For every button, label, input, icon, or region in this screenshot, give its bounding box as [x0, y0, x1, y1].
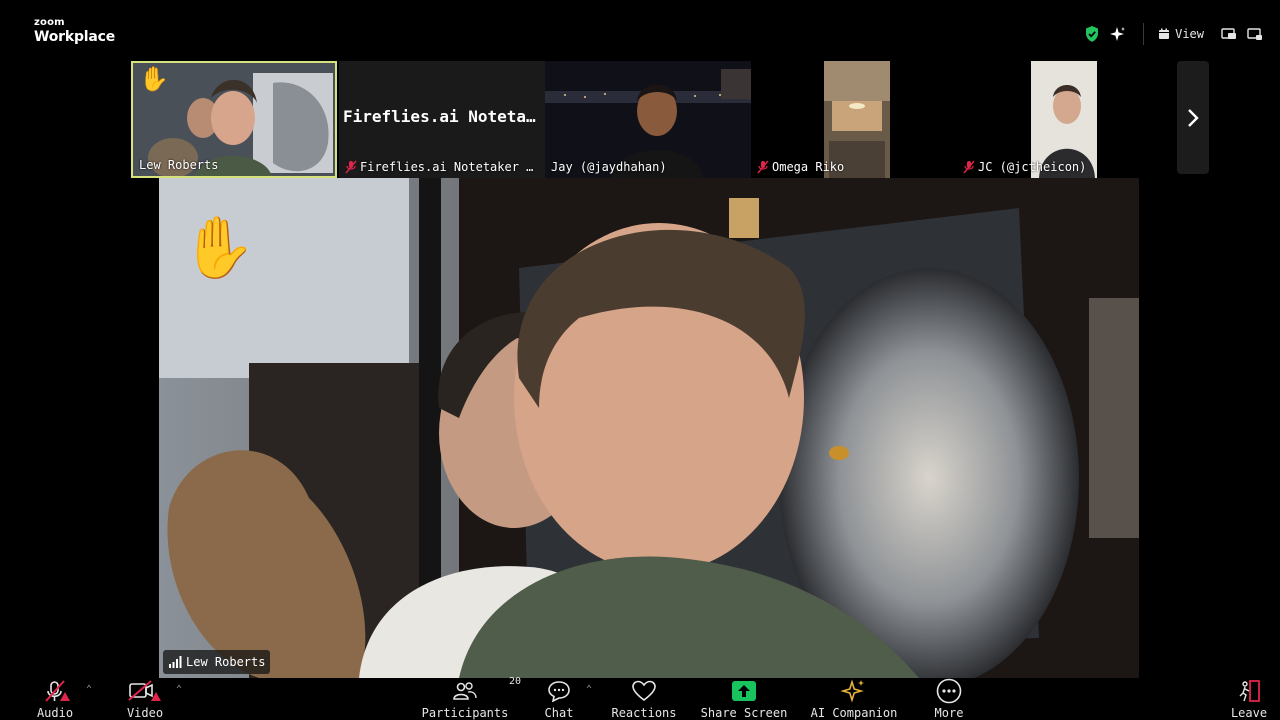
top-bar: zoom Workplace View: [0, 0, 1280, 60]
participants-count: 20: [509, 676, 522, 687]
speaker-name-tag: Lew Roberts: [163, 650, 271, 674]
share-screen-icon: [731, 678, 757, 704]
reactions-button[interactable]: Reactions: [611, 678, 677, 720]
participant-name: Lew Roberts: [139, 158, 219, 172]
audio-options-caret-icon[interactable]: ⌃: [86, 684, 92, 695]
leave-button[interactable]: Leave: [1228, 678, 1270, 720]
share-screen-button[interactable]: Share Screen: [700, 678, 788, 720]
muted-mic-icon: [963, 160, 975, 174]
calendar-grid-icon: [1159, 28, 1170, 39]
video-off-icon: [127, 678, 163, 704]
top-right-controls: View: [1077, 22, 1266, 46]
audio-button[interactable]: Audio: [34, 678, 76, 720]
participant-tile-jay[interactable]: Jay (@jaydhahan): [545, 61, 751, 178]
video-button[interactable]: Video: [124, 678, 166, 720]
sparkle-icon[interactable]: [1107, 23, 1129, 45]
participant-display-name: Fireflies.ai Noteta…: [343, 107, 536, 126]
chat-label: Chat: [544, 706, 574, 720]
shield-check-icon[interactable]: [1081, 23, 1103, 45]
participant-name: JC (@jctheicon): [978, 160, 1087, 174]
participants-icon: 20: [453, 676, 521, 704]
meeting-controls-toolbar: Audio ⌃ Video ⌃ 20 Participants Chat ⌃ R…: [0, 676, 1280, 720]
zoom-meeting-window: zoom Workplace View ✋ Lew Roberts Firefl…: [0, 0, 1280, 720]
zoom-workplace-logo: zoom Workplace: [34, 17, 116, 45]
muted-mic-icon: [345, 160, 357, 174]
ai-companion-button[interactable]: AI Companion: [811, 678, 897, 720]
more-button[interactable]: More: [932, 678, 966, 720]
view-button[interactable]: View: [1158, 27, 1204, 41]
video-options-caret-icon[interactable]: ⌃: [176, 684, 182, 695]
leave-door-icon: [1236, 678, 1262, 704]
participant-name-row: JC (@jctheicon): [963, 160, 1086, 174]
picture-in-picture-icon[interactable]: [1218, 23, 1240, 45]
participant-name: Jay (@jaydhahan): [551, 160, 667, 174]
chat-options-caret-icon[interactable]: ⌃: [586, 684, 592, 695]
participant-name-row: Omega Riko: [757, 160, 844, 174]
view-label: View: [1175, 27, 1204, 41]
video-label: Video: [126, 706, 164, 720]
signal-strength-icon: [169, 656, 182, 668]
raised-hand-icon: ✋: [139, 65, 169, 93]
share-screen-label: Share Screen: [700, 706, 788, 720]
logo-big-text: Workplace: [34, 29, 116, 45]
audio-label: Audio: [36, 706, 74, 720]
ai-sparkle-icon: [841, 678, 867, 704]
raised-hand-icon: ✋: [181, 213, 256, 283]
logo-small-text: zoom: [34, 17, 65, 28]
chat-bubble-icon: [547, 678, 571, 704]
toolbar-divider: [1143, 23, 1145, 45]
heart-icon: [632, 678, 656, 704]
participant-name: Omega Riko: [772, 160, 845, 174]
participant-thumbnail-strip: ✋ Lew Roberts Fireflies.ai Noteta… Firef…: [131, 61, 1211, 178]
participant-tile-fireflies[interactable]: Fireflies.ai Noteta… Fireflies.ai Noteta…: [339, 61, 545, 178]
minimize-window-icon[interactable]: [1244, 23, 1266, 45]
participants-label: Participants: [421, 706, 509, 720]
active-speaker-video: ✋ Lew Roberts: [159, 178, 1139, 678]
leave-label: Leave: [1230, 706, 1268, 720]
more-dots-icon: [936, 678, 962, 704]
speaker-name: Lew Roberts: [186, 655, 266, 669]
chevron-right-icon: [1188, 108, 1199, 127]
reactions-label: Reactions: [611, 706, 677, 720]
speaker-video-frame: [159, 178, 1139, 678]
more-label: More: [934, 706, 964, 720]
participant-name-row: Fireflies.ai Notetaker …: [345, 160, 533, 174]
participant-tile-omega-riko[interactable]: Omega Riko: [751, 61, 957, 178]
chat-button[interactable]: Chat: [542, 678, 576, 720]
participants-button[interactable]: 20 Participants: [421, 676, 521, 720]
participant-tile-lew-roberts[interactable]: ✋ Lew Roberts: [131, 61, 337, 178]
muted-mic-icon: [757, 160, 769, 174]
next-page-button[interactable]: [1177, 61, 1209, 174]
mic-muted-icon: [40, 678, 70, 704]
participant-name: Fireflies.ai Notetaker …: [360, 160, 534, 174]
participant-tile-jc[interactable]: JC (@jctheicon): [957, 61, 1179, 178]
ai-companion-label: AI Companion: [810, 706, 898, 720]
